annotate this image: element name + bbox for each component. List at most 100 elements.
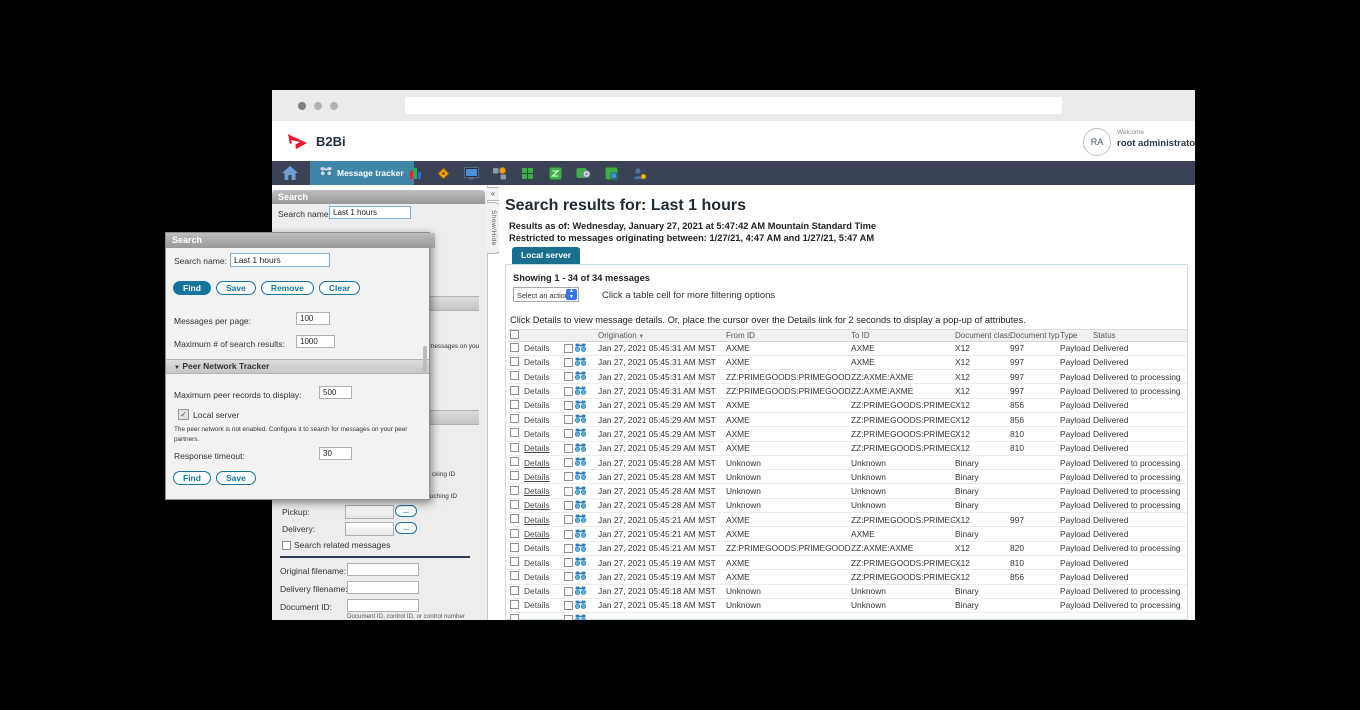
type-cell[interactable]: Payload [1060,443,1093,453]
row-checkbox-cell[interactable] [508,600,524,611]
details-cell[interactable]: Details [524,515,564,525]
track-cell[interactable] [564,400,598,411]
to-id-cell[interactable]: Unknown [851,600,955,610]
status-cell[interactable]: Delivered [1093,415,1187,425]
track-checkbox[interactable] [564,372,573,381]
details-link[interactable]: Details [524,372,550,382]
status-cell[interactable]: Delivered [1093,357,1187,367]
document-icon[interactable] [604,166,619,180]
type-cell[interactable]: Payload [1060,500,1093,510]
row-checkbox[interactable] [510,400,519,409]
pickup-browse-button[interactable]: ... [395,505,417,517]
process-gear-icon[interactable] [576,166,591,180]
row-checkbox-cell[interactable] [508,543,524,554]
tab-local-server[interactable]: Local server [512,247,580,264]
origination-cell[interactable]: Jan 27, 2021 05:45:31 AM MST [598,372,726,382]
binoculars-icon[interactable] [575,600,586,611]
track-cell[interactable] [564,543,598,554]
doc-class-cell[interactable]: X12 [955,372,1010,382]
details-link[interactable]: Details [524,443,550,453]
to-id-cell[interactable]: ZZ:AXME:AXME [851,372,955,382]
track-cell[interactable] [564,343,598,354]
details-cell[interactable]: Details [524,472,564,482]
row-checkbox-cell[interactable] [508,443,524,454]
details-link[interactable]: Details [524,558,550,568]
to-id-cell[interactable]: AXME [851,343,955,353]
address-bar[interactable] [405,97,1062,114]
doc-type-cell[interactable]: 820 [1010,543,1060,553]
window-dot-3[interactable] [330,102,338,110]
origination-cell[interactable]: Jan 27, 2021 05:45:21 AM MST [598,543,726,553]
doc-class-cell[interactable]: X12 [955,400,1010,410]
delivery-browse-button[interactable]: ... [395,522,417,534]
binoculars-icon[interactable] [575,543,586,554]
doc-class-cell[interactable]: Binary [955,500,1010,510]
track-checkbox[interactable] [564,587,573,596]
to-id-cell[interactable]: AXME [851,357,955,367]
origination-cell[interactable]: Jan 27, 2021 05:45:28 AM MST [598,472,726,482]
type-cell[interactable]: Payload [1060,458,1093,468]
to-id-cell[interactable]: ZZ:AXME:AXME [851,543,955,553]
row-checkbox[interactable] [510,514,519,523]
row-checkbox-cell[interactable] [508,529,524,540]
doc-type-cell[interactable]: 997 [1010,515,1060,525]
binoculars-icon[interactable] [575,386,586,397]
doc-class-cell[interactable]: X12 [955,572,1010,582]
doc-class-cell[interactable]: X12 [955,558,1010,568]
details-link[interactable]: Details [524,400,550,410]
status-cell[interactable]: Delivered [1093,343,1187,353]
details-link[interactable]: Details [524,529,550,539]
to-id-cell[interactable]: Unknown [851,500,955,510]
from-id-cell[interactable]: ZZ:PRIMEGOODS:PRIMEGOODS [726,372,851,382]
row-checkbox-cell[interactable] [508,357,524,368]
pickup-input[interactable] [345,505,394,519]
track-cell[interactable] [564,443,598,454]
row-checkbox[interactable] [510,500,519,509]
status-cell[interactable]: Delivered to processing [1093,372,1187,382]
track-checkbox[interactable] [564,615,573,620]
doc-type-cell[interactable]: 810 [1010,443,1060,453]
doc-class-cell[interactable]: X12 [955,443,1010,453]
from-id-cell[interactable]: Unknown [726,500,851,510]
track-checkbox[interactable] [564,501,573,510]
binoculars-icon[interactable] [575,529,586,540]
row-checkbox-cell[interactable] [508,514,524,525]
track-checkbox[interactable] [564,515,573,524]
status-cell[interactable]: Delivered [1093,400,1187,410]
type-cell[interactable]: Payload [1060,343,1093,353]
doc-type-cell[interactable]: 997 [1010,386,1060,396]
row-checkbox[interactable] [510,529,519,538]
binoculars-icon[interactable] [575,557,586,568]
row-checkbox-cell[interactable] [508,414,524,425]
row-checkbox-cell[interactable] [508,428,524,439]
find-button-footer[interactable]: Find [173,471,211,485]
origination-cell[interactable]: Jan 27, 2021 05:45:28 AM MST [598,486,726,496]
details-cell[interactable]: Details [524,357,564,367]
details-link[interactable]: Details [524,472,550,482]
binoculars-icon[interactable] [575,586,586,597]
details-cell[interactable]: Details [524,372,564,382]
track-cell[interactable] [564,529,598,540]
header-checkbox[interactable] [510,330,519,339]
status-cell[interactable]: Delivered to processing [1093,543,1187,553]
doc-class-cell[interactable]: Binary [955,600,1010,610]
chart-icon[interactable] [408,166,423,180]
binoculars-icon[interactable] [575,571,586,582]
binoculars-icon[interactable] [575,457,586,468]
from-id-cell[interactable]: AXME [726,529,851,539]
details-cell[interactable]: Details [524,572,564,582]
save-button-footer[interactable]: Save [216,471,256,485]
row-checkbox[interactable] [510,600,519,609]
track-cell[interactable] [564,386,598,397]
from-id-cell[interactable]: AXME [726,443,851,453]
row-checkbox-cell[interactable] [508,500,524,511]
doc-class-cell[interactable]: Binary [955,586,1010,596]
details-link[interactable]: Details [524,572,550,582]
to-id-cell[interactable]: Unknown [851,472,955,482]
row-checkbox-cell[interactable] [508,386,524,397]
origination-cell[interactable]: Jan 27, 2021 05:45:31 AM MST [598,343,726,353]
origination-cell[interactable]: Jan 27, 2021 05:45:29 AM MST [598,415,726,425]
from-id-cell[interactable]: ZZ:PRIMEGOODS:PRIMEGOODS [726,543,851,553]
track-checkbox[interactable] [564,558,573,567]
search-related-checkbox[interactable] [282,541,291,550]
